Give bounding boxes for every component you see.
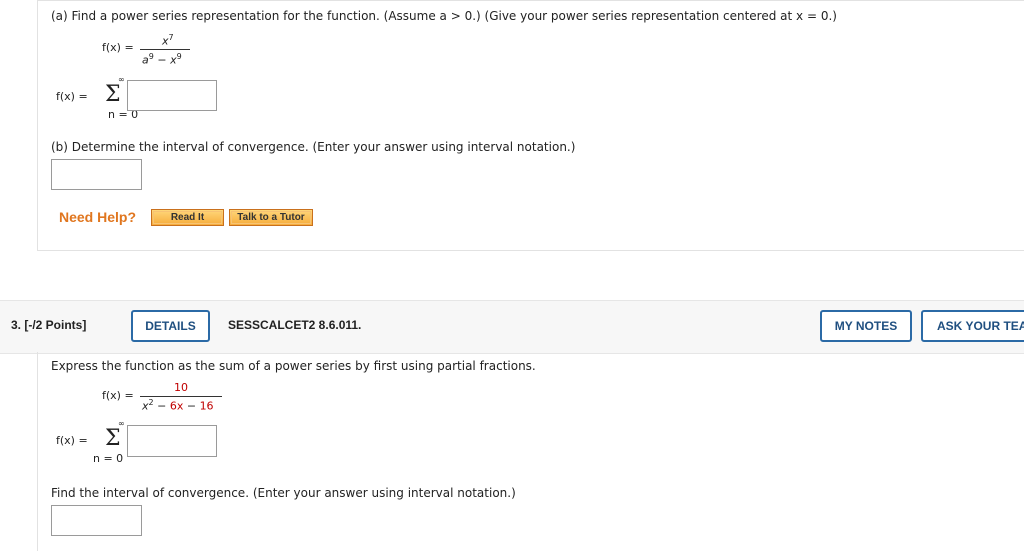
details-button[interactable]: DETAILS <box>131 310 210 342</box>
question-3-prompt: Express the function as the sum of a pow… <box>51 359 536 373</box>
q3-sum-lower-limit: n = 0 <box>93 452 124 465</box>
q3-series-answer-input[interactable] <box>127 425 217 457</box>
ask-your-teacher-button[interactable]: ASK YOUR TEACHER <box>921 310 1024 342</box>
part-a-prompt: (a) Find a power series representation f… <box>51 9 837 23</box>
q3-fraction-denominator: x2 − 6x − 16 <box>142 398 214 413</box>
part-a-answer-input[interactable] <box>127 80 217 111</box>
read-it-button[interactable]: Read It <box>151 209 224 226</box>
my-notes-button[interactable]: MY NOTES <box>820 310 912 342</box>
question-3-number-points: 3. [-/2 Points] <box>11 318 87 332</box>
q3-fx-label: f(x) = <box>102 389 134 402</box>
q3-sum-fx-label: f(x) = <box>56 434 88 447</box>
panel-left-border <box>37 0 38 251</box>
talk-to-tutor-button[interactable]: Talk to a Tutor <box>229 209 313 226</box>
q3-interval-answer-input[interactable] <box>51 505 142 536</box>
fraction-bar <box>140 49 190 50</box>
question-3-code: SESSCALCET2 8.6.011. <box>228 318 362 332</box>
panel-top-border <box>37 0 1024 1</box>
q3-fraction-bar <box>140 396 222 397</box>
fraction-numerator: x7 <box>162 33 174 48</box>
panel-bottom-border <box>37 250 1024 251</box>
part-b-answer-input[interactable] <box>51 159 142 190</box>
sum-fx-label: f(x) = <box>56 90 88 103</box>
q3-sigma-symbol: Σ <box>105 426 121 451</box>
question-3-left-border <box>37 352 38 551</box>
need-help-label: Need Help? <box>59 209 137 225</box>
fraction-denominator: a9 − x9 <box>142 52 182 67</box>
fx-label: f(x) = <box>102 41 134 54</box>
sigma-symbol: Σ <box>105 82 121 107</box>
part-b-prompt: (b) Determine the interval of convergenc… <box>51 140 576 154</box>
q3-interval-prompt: Find the interval of convergence. (Enter… <box>51 486 516 500</box>
q3-fraction-numerator: 10 <box>174 381 188 394</box>
